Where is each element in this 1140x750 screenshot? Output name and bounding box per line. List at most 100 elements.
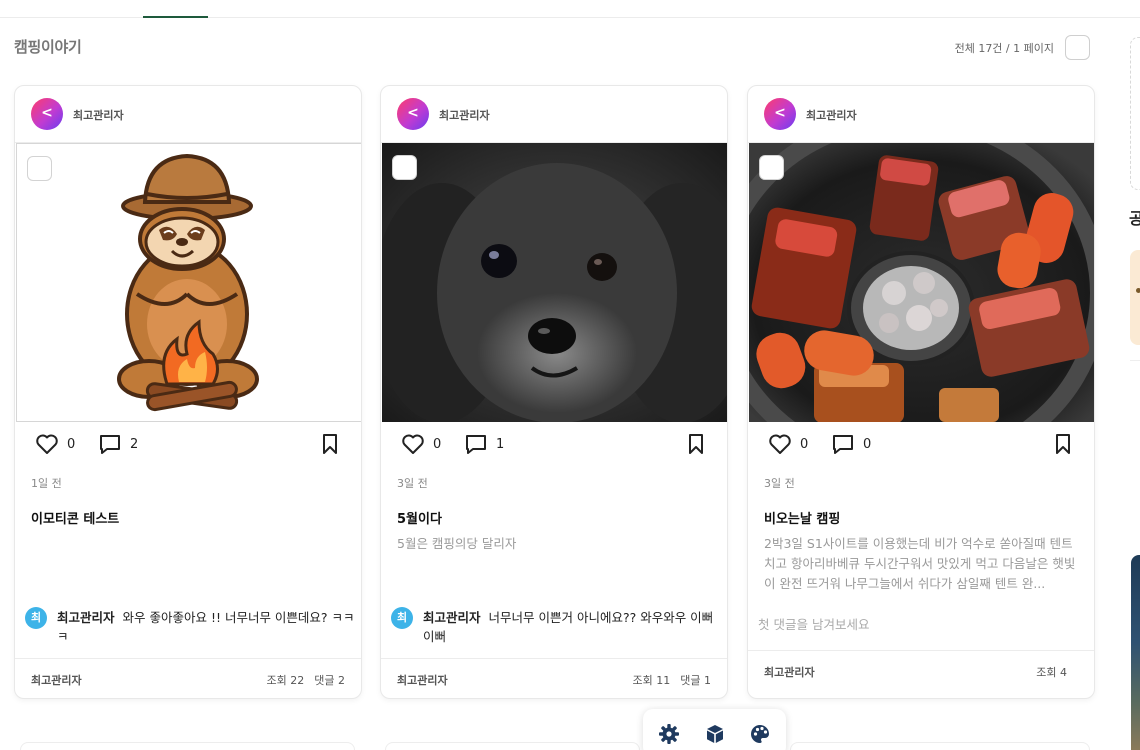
post-date: 3일 전 — [764, 477, 795, 490]
post-thumbnail[interactable] — [749, 143, 1094, 422]
comment-count: 1 — [496, 436, 505, 452]
commenter-name: 최고관리자 — [423, 610, 481, 625]
post-actions: 0 1 — [381, 433, 727, 459]
bookmark-button[interactable] — [1053, 433, 1073, 455]
like-count: 0 — [800, 436, 809, 452]
post-title[interactable]: 비오는날 캠핑 — [764, 508, 840, 527]
admin-tool-dock — [643, 709, 786, 750]
like-button[interactable]: 0 — [35, 433, 75, 455]
black-poodle-photo — [382, 143, 727, 422]
author-avatar[interactable]: < — [397, 98, 429, 130]
cube-icon — [707, 725, 723, 743]
post-header: < 최고관리자 — [748, 86, 1094, 143]
post-card-next-row — [20, 742, 355, 750]
post-footer: 최고관리자 조회 4 — [748, 650, 1094, 690]
view-count: 조회 11 — [632, 674, 671, 687]
active-tab-indicator — [143, 16, 208, 18]
like-count: 0 — [433, 436, 442, 452]
post-footer: 최고관리자 조회 22 댓글 2 — [15, 658, 361, 698]
comment-button[interactable]: 1 — [464, 433, 504, 455]
board-title: 캠핑이야기 — [14, 38, 82, 56]
select-all-checkbox[interactable] — [1065, 35, 1090, 60]
post-stats: 조회 22 댓글 2 — [267, 672, 345, 688]
sidebar-divider — [1130, 360, 1140, 361]
comment-icon — [833, 435, 853, 454]
comment-text: 최고관리자 와우 좋아좋아요 !! 너무너무 이쁜데요? ㅋㅋㅋ — [57, 608, 355, 646]
modules-button[interactable] — [704, 723, 726, 745]
post-card[interactable]: < 최고관리자 — [14, 85, 362, 699]
sidebar-section-title: 공 — [1129, 209, 1140, 228]
post-thumbnail[interactable] — [16, 143, 361, 422]
sidebar-card[interactable] — [1130, 250, 1140, 345]
heart-icon — [402, 434, 424, 454]
post-stats: 조회 4 — [1036, 664, 1067, 680]
settings-button[interactable] — [658, 723, 680, 745]
author-avatar[interactable]: < — [31, 98, 63, 130]
post-actions: 0 2 — [15, 433, 361, 459]
reply-count: 댓글 1 — [680, 674, 711, 687]
commenter-avatar: 최 — [391, 607, 413, 629]
post-author[interactable]: 최고관리자 — [439, 107, 490, 123]
bookmark-icon — [689, 434, 703, 454]
commenter-avatar: 최 — [25, 607, 47, 629]
comment-icon — [100, 435, 120, 454]
post-card-next-row — [385, 742, 640, 750]
post-actions: 0 0 — [748, 433, 1094, 459]
like-button[interactable]: 0 — [768, 433, 808, 455]
post-author[interactable]: 최고관리자 — [806, 107, 857, 123]
heart-icon — [36, 434, 58, 454]
theme-button[interactable] — [749, 723, 771, 745]
gear-icon — [659, 724, 679, 744]
view-count: 조회 22 — [266, 674, 305, 687]
sidebar-widget — [1130, 37, 1140, 190]
footer-author: 최고관리자 — [397, 674, 448, 687]
comment-button[interactable]: 2 — [98, 433, 138, 455]
board-count: 전체 17건 / 1 페이지 — [954, 42, 1054, 55]
author-avatar[interactable]: < — [764, 98, 796, 130]
post-header: < 최고관리자 — [15, 86, 361, 143]
post-card[interactable]: < 최고관리자 — [747, 85, 1095, 699]
post-header: < 최고관리자 — [381, 86, 727, 143]
latest-comment: 최 최고관리자 너무너무 이쁜거 아니에요?? 와우와우 이뻐이뻐 — [391, 607, 721, 647]
comment-count: 2 — [130, 436, 139, 452]
heart-icon — [769, 434, 791, 454]
post-excerpt: 2박3일 S1사이트를 이용했는데 비가 억수로 쏟아질때 텐트치고 항아리바베… — [764, 536, 1076, 591]
comment-icon — [466, 435, 486, 454]
post-date: 3일 전 — [397, 477, 428, 490]
post-stats: 조회 11 댓글 1 — [633, 672, 711, 688]
post-excerpt: 5월은 캠핑의당 달리자 — [397, 536, 517, 551]
post-title[interactable]: 5월이다 — [397, 508, 442, 527]
latest-comment: 최 최고관리자 와우 좋아좋아요 !! 너무너무 이쁜데요? ㅋㅋㅋ — [25, 607, 355, 647]
bookmark-button[interactable] — [686, 433, 706, 455]
post-card[interactable]: < 최고관리자 — [380, 85, 728, 699]
comment-button[interactable]: 0 — [831, 433, 871, 455]
post-select-checkbox[interactable] — [27, 156, 52, 181]
empty-comment-prompt[interactable]: 첫 댓글을 남겨보세요 — [758, 614, 869, 633]
sidebar-card-mark — [1136, 288, 1140, 293]
footer-author: 최고관리자 — [764, 666, 815, 679]
grilled-meat-photo — [749, 143, 1094, 422]
post-title[interactable]: 이모티콘 테스트 — [31, 508, 119, 527]
palette-icon — [751, 725, 769, 743]
post-thumbnail[interactable] — [382, 143, 727, 422]
bookmark-icon — [1056, 434, 1070, 454]
view-count: 조회 4 — [1036, 666, 1067, 679]
top-navigation — [0, 0, 1140, 18]
post-date: 1일 전 — [31, 477, 62, 490]
reply-count: 댓글 2 — [314, 674, 345, 687]
post-card-next-row — [790, 742, 1090, 750]
footer-author: 최고관리자 — [31, 674, 82, 687]
sloth-camping-illustration — [117, 153, 259, 412]
commenter-name: 최고관리자 — [57, 610, 115, 625]
sidebar-photo[interactable] — [1131, 555, 1140, 750]
comment-count: 0 — [863, 436, 872, 452]
bookmark-button[interactable] — [320, 433, 340, 455]
like-count: 0 — [67, 436, 76, 452]
like-button[interactable]: 0 — [401, 433, 441, 455]
post-select-checkbox[interactable] — [759, 155, 784, 180]
comment-text: 최고관리자 너무너무 이쁜거 아니에요?? 와우와우 이뻐이뻐 — [423, 608, 721, 646]
bookmark-icon — [323, 434, 337, 454]
post-author[interactable]: 최고관리자 — [73, 107, 124, 123]
post-select-checkbox[interactable] — [392, 155, 417, 180]
post-footer: 최고관리자 조회 11 댓글 1 — [381, 658, 727, 698]
